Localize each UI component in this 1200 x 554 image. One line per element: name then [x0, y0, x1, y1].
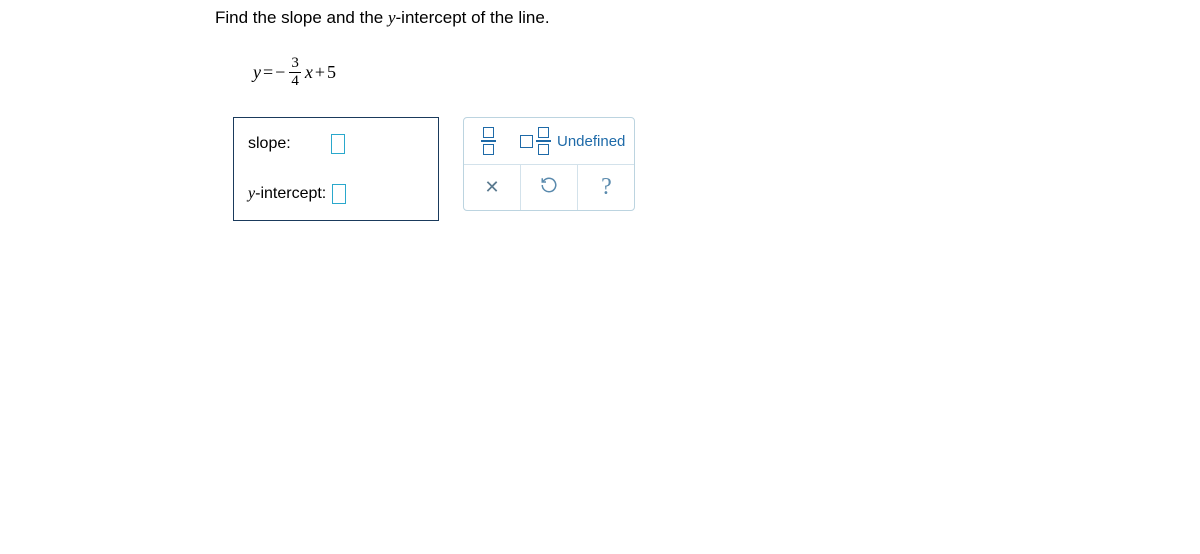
slope-label: slope:: [248, 135, 291, 153]
prompt-text-before: Find the slope and the: [215, 8, 388, 27]
prompt-text-after: -intercept of the line.: [396, 8, 550, 27]
yintercept-label-text: -intercept:: [255, 185, 326, 202]
eq-lhs-var: y: [253, 62, 261, 83]
prompt-var-y: y: [388, 8, 396, 27]
equation: y = − 3 4 x + 5: [253, 56, 635, 89]
keypad: Undefined ✕ ?: [463, 117, 635, 211]
undefined-label: Undefined: [557, 133, 625, 150]
close-icon: ✕: [484, 177, 499, 198]
question-prompt: Find the slope and the y-intercept of th…: [215, 8, 635, 28]
undo-icon: [540, 176, 558, 199]
help-button[interactable]: ?: [578, 165, 635, 210]
fraction-icon: [481, 127, 496, 155]
question-icon: ?: [601, 174, 612, 201]
slope-row: slope:: [248, 134, 408, 154]
yintercept-input[interactable]: [332, 184, 346, 204]
answer-box: slope: y-intercept:: [233, 117, 439, 221]
fraction-button[interactable]: [464, 118, 512, 164]
yintercept-row: y-intercept:: [248, 184, 408, 204]
eq-fraction: 3 4: [289, 56, 301, 89]
eq-frac-den: 4: [289, 72, 301, 89]
eq-plus: +: [315, 62, 325, 83]
eq-rhs-var: x: [305, 62, 313, 83]
eq-equals: =: [263, 62, 273, 83]
eq-constant: 5: [327, 62, 336, 83]
eq-frac-num: 3: [289, 56, 301, 72]
keypad-row-1: Undefined: [464, 118, 634, 164]
mixed-fraction-undefined-button[interactable]: Undefined: [512, 118, 634, 164]
slope-input[interactable]: [331, 134, 345, 154]
keypad-row-2: ✕ ?: [464, 164, 634, 210]
eq-neg: −: [275, 62, 285, 83]
clear-button[interactable]: ✕: [464, 165, 521, 210]
yintercept-label: y-intercept:: [248, 185, 326, 203]
reset-button[interactable]: [521, 165, 578, 210]
mixed-fraction-icon: [520, 127, 551, 155]
